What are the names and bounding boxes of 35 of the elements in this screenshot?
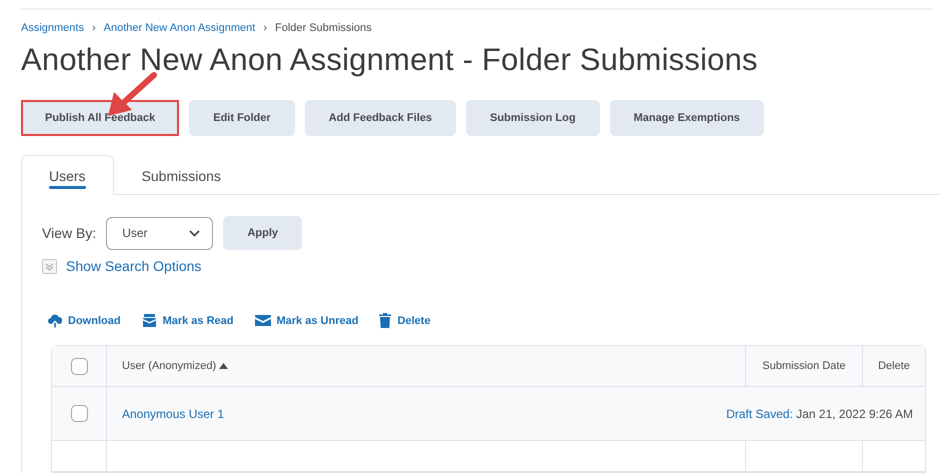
show-search-options-link[interactable]: Show Search Options bbox=[66, 258, 202, 274]
page-title: Another New Anon Assignment - Folder Submissions bbox=[21, 42, 759, 78]
toolbar-button[interactable]: Edit Folder bbox=[189, 100, 295, 136]
tab[interactable]: Users bbox=[21, 155, 114, 195]
submission-status: Draft Saved: Jan 21, 2022 9:26 AM bbox=[726, 406, 913, 420]
double-chevron-icon bbox=[45, 262, 54, 270]
action-link[interactable]: Download bbox=[48, 313, 121, 328]
toolbar-button[interactable]: Manage Exemptions bbox=[610, 100, 764, 136]
row-checkbox[interactable] bbox=[70, 405, 88, 422]
breadcrumb-separator: › bbox=[92, 22, 96, 34]
action-link[interactable]: Mark as Unread bbox=[254, 313, 358, 328]
toolbar-button[interactable]: Publish All Feedback bbox=[21, 100, 180, 136]
breadcrumb-link[interactable]: Another New Anon Assignment bbox=[104, 22, 256, 34]
toolbar-button[interactable]: Add Feedback Files bbox=[304, 100, 456, 136]
action-link[interactable]: Mark as Read bbox=[142, 313, 234, 328]
view-by-dropdown[interactable]: User bbox=[106, 216, 214, 250]
tab[interactable]: Submissions bbox=[114, 155, 249, 195]
toolbar-button[interactable]: Submission Log bbox=[466, 100, 600, 136]
user-link[interactable]: Anonymous User 1 bbox=[122, 406, 224, 420]
select-all-checkbox[interactable] bbox=[70, 358, 88, 374]
column-header[interactable]: Delete bbox=[878, 360, 910, 372]
column-header[interactable]: User (Anonymized) bbox=[122, 360, 216, 372]
expand-toggle[interactable] bbox=[42, 258, 57, 274]
breadcrumb-link[interactable]: Assignments bbox=[21, 22, 84, 34]
view-by-label: View By: bbox=[42, 225, 96, 241]
envelope-stack-icon bbox=[142, 313, 157, 328]
cloud-download-icon bbox=[48, 314, 62, 328]
breadcrumb-separator: › bbox=[263, 22, 267, 34]
apply-button[interactable]: Apply bbox=[223, 216, 302, 250]
trash-icon bbox=[379, 313, 392, 328]
action-link[interactable]: Delete bbox=[379, 313, 430, 328]
envelope-icon bbox=[254, 314, 270, 327]
breadcrumb-current: Folder Submissions bbox=[274, 22, 372, 34]
sort-ascending-icon bbox=[219, 363, 228, 369]
chevron-down-icon bbox=[189, 230, 200, 236]
